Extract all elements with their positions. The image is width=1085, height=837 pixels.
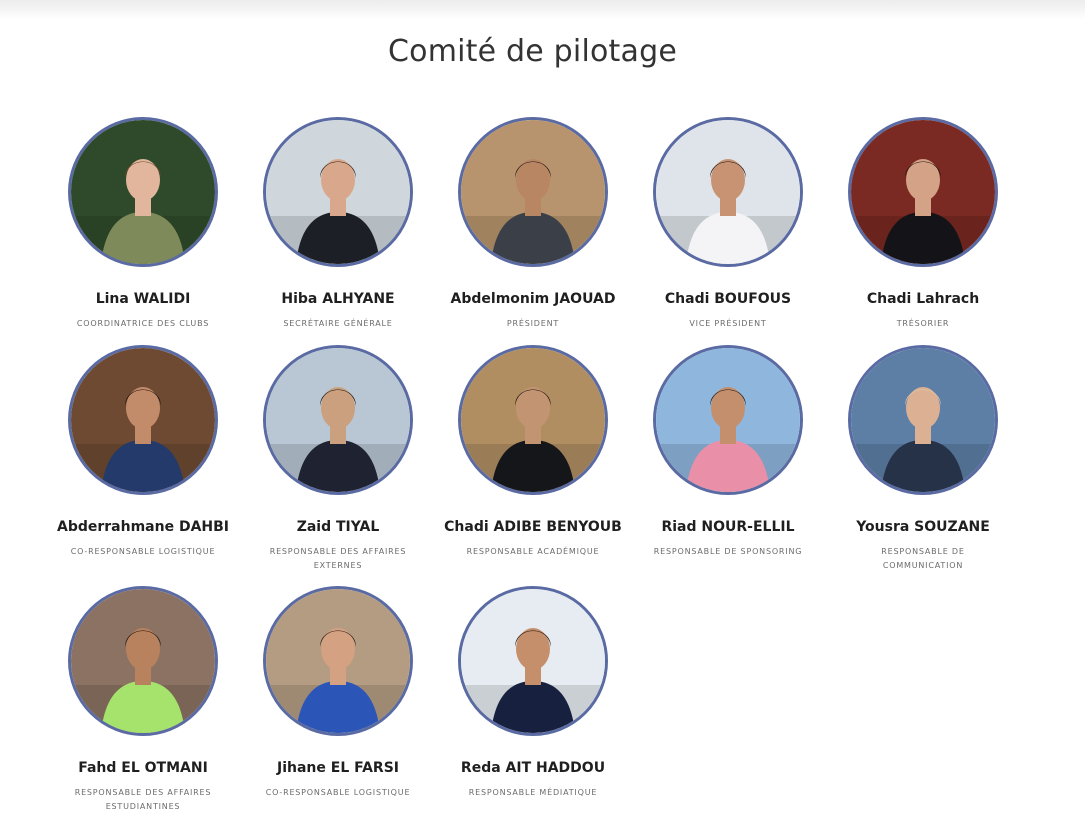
top-shadow-bar — [0, 0, 1085, 20]
member-name: Abdelmonim JAOUAD — [450, 291, 616, 307]
member-name: Reda AIT HADDOU — [460, 760, 606, 776]
member-name: Abderrahmane DAHBI — [56, 519, 230, 535]
member-photo — [68, 345, 218, 495]
member-photo — [263, 586, 413, 736]
member-role: RESPONSABLE DE SPONSORING — [653, 547, 803, 556]
member-name: Chadi ADIBE BENYOUB — [444, 519, 622, 535]
member-name: Chadi Lahrach — [866, 291, 980, 307]
member-role: RESPONSABLE MÉDIATIQUE — [468, 788, 598, 797]
member-card: Abderrahmane DAHBI CO-RESPONSABLE LOGISTI… — [48, 345, 238, 559]
member-name: Jihane EL FARSI — [277, 760, 399, 776]
member-role: PRÉSIDENT — [506, 319, 560, 328]
member-photo — [263, 345, 413, 495]
member-photo — [68, 117, 218, 267]
page-title: Comité de pilotage — [388, 34, 677, 70]
member-card: Riad NOUR-ELLIL RESPONSABLE DE SPONSORING — [633, 345, 823, 559]
member-role: RESPONSABLE DES AFFAIRES ESTUDIANTINES — [74, 788, 212, 811]
member-card: Zaid TIYAL RESPONSABLE DES AFFAIRES EXTER… — [243, 345, 433, 573]
member-name: Hiba ALHYANE — [281, 291, 395, 307]
member-role: TRÉSORIER — [896, 319, 950, 328]
member-name: Zaid TIYAL — [296, 519, 380, 535]
member-card: Yousra SOUZANE RESPONSABLE DE COMMUNICATI… — [828, 345, 1018, 573]
member-photo — [653, 345, 803, 495]
member-photo — [68, 586, 218, 736]
member-role: RESPONSABLE DE COMMUNICATION — [881, 547, 965, 570]
member-photo — [458, 345, 608, 495]
member-photo — [458, 117, 608, 267]
member-role: COORDINATRICE DES CLUBS — [76, 319, 210, 328]
member-card: Jihane EL FARSI CO-RESPONSABLE LOGISTIQUE — [243, 586, 433, 800]
member-card: Chadi ADIBE BENYOUB RESPONSABLE ACADÉMIQU… — [438, 345, 628, 559]
member-role: RESPONSABLE DES AFFAIRES EXTERNES — [269, 547, 407, 570]
member-name: Lina WALIDI — [95, 291, 191, 307]
member-card: Abdelmonim JAOUAD PRÉSIDENT — [438, 117, 628, 331]
member-photo — [458, 586, 608, 736]
member-name: Fahd EL OTMANI — [78, 760, 208, 776]
member-role: CO-RESPONSABLE LOGISTIQUE — [70, 547, 216, 556]
member-name: Riad NOUR-ELLIL — [661, 519, 795, 535]
member-photo — [848, 117, 998, 267]
member-card: Chadi Lahrach TRÉSORIER — [828, 117, 1018, 331]
member-card: Lina WALIDI COORDINATRICE DES CLUBS — [48, 117, 238, 331]
member-photo — [653, 117, 803, 267]
member-card: Reda AIT HADDOU RESPONSABLE MÉDIATIQUE — [438, 586, 628, 800]
member-card: Chadi BOUFOUS VICE PRÉSIDENT — [633, 117, 823, 331]
member-name: Chadi BOUFOUS — [664, 291, 792, 307]
member-role: CO-RESPONSABLE LOGISTIQUE — [265, 788, 411, 797]
member-role: VICE PRÉSIDENT — [689, 319, 767, 328]
member-photo — [263, 117, 413, 267]
member-role: RESPONSABLE ACADÉMIQUE — [466, 547, 600, 556]
member-card: Fahd EL OTMANI RESPONSABLE DES AFFAIRES E… — [48, 586, 238, 814]
member-role: SECRÉTAIRE GÉNÉRALE — [283, 319, 393, 328]
member-photo — [848, 345, 998, 495]
member-card: Hiba ALHYANE SECRÉTAIRE GÉNÉRALE — [243, 117, 433, 331]
member-name: Yousra SOUZANE — [856, 519, 990, 535]
